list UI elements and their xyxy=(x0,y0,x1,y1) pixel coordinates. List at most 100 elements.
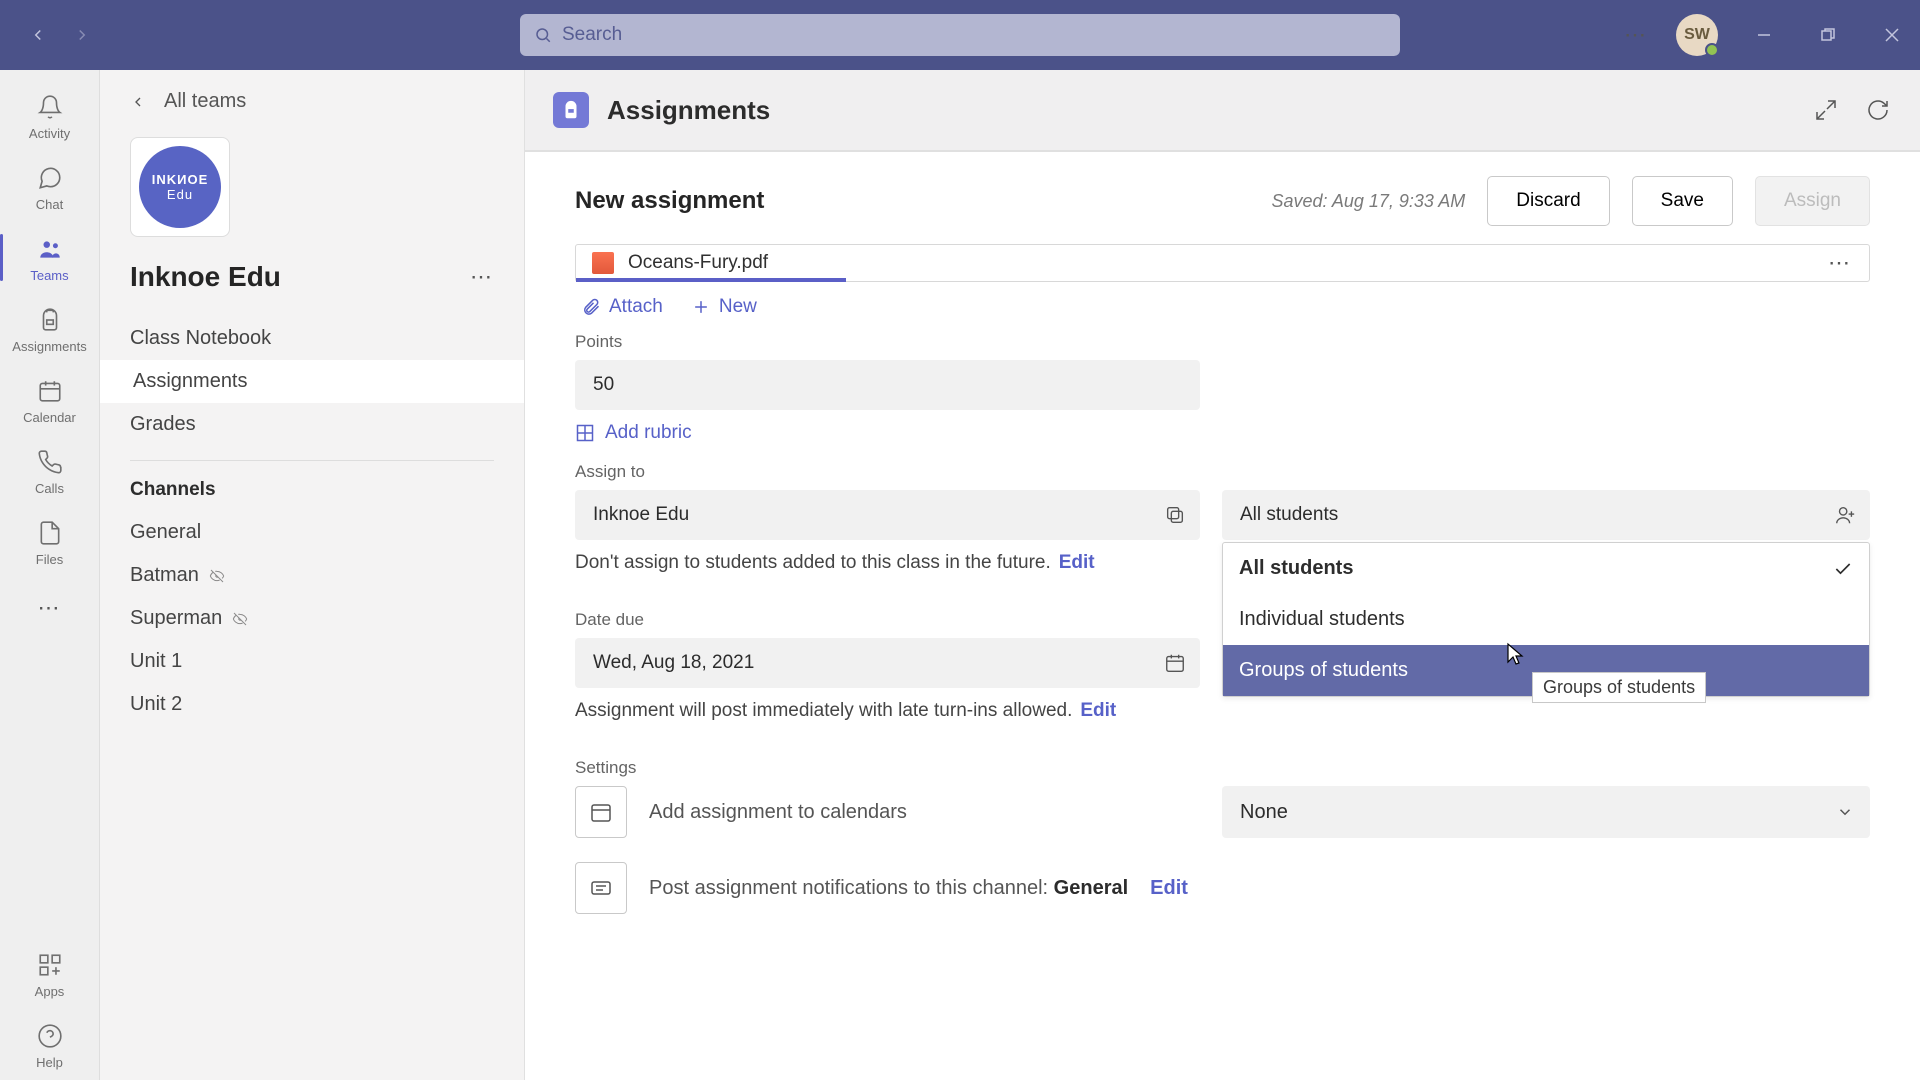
attachment-row[interactable]: Oceans-Fury.pdf ⋯ xyxy=(575,244,1870,282)
rail-assignments[interactable]: Assignments xyxy=(0,293,99,364)
class-picker-icon[interactable] xyxy=(1164,504,1186,526)
user-avatar[interactable]: SW xyxy=(1676,14,1718,56)
nav-back-button[interactable] xyxy=(20,17,56,53)
future-students-note: Don't assign to students added to this c… xyxy=(575,552,1051,574)
attachment-filename: Oceans-Fury.pdf xyxy=(628,252,768,274)
sidebar-item-grades[interactable]: Grades xyxy=(100,403,524,446)
team-logo-text1: INKИOE xyxy=(152,172,209,187)
window-close-button[interactable] xyxy=(1874,17,1910,53)
rail-label: Activity xyxy=(29,126,70,141)
pdf-icon xyxy=(592,252,614,274)
expand-button[interactable] xyxy=(1812,96,1840,124)
phone-icon xyxy=(35,447,65,477)
saved-status: Saved: Aug 17, 9:33 AM xyxy=(1271,191,1465,212)
add-student-icon[interactable] xyxy=(1834,504,1856,526)
save-button[interactable]: Save xyxy=(1632,176,1733,226)
assignments-app-icon xyxy=(553,92,589,128)
rail-label: Files xyxy=(36,552,63,567)
rail-activity[interactable]: Activity xyxy=(0,80,99,151)
avatar-initials: SW xyxy=(1684,26,1710,44)
add-rubric-label: Add rubric xyxy=(605,422,692,444)
search-input[interactable] xyxy=(562,24,1386,46)
date-due-input[interactable] xyxy=(575,638,1200,688)
channel-setting-icon xyxy=(575,862,627,914)
future-edit-button[interactable]: Edit xyxy=(1059,552,1095,574)
more-options-button[interactable]: ⋯ xyxy=(1624,22,1648,48)
search-icon xyxy=(534,26,552,44)
assign-button: Assign xyxy=(1755,176,1870,226)
assignment-form: New assignment Saved: Aug 17, 9:33 AM Di… xyxy=(525,152,1920,1080)
back-label: All teams xyxy=(164,90,246,113)
tooltip: Groups of students xyxy=(1532,672,1706,703)
rail-apps[interactable]: Apps xyxy=(0,938,99,1009)
add-rubric-button[interactable]: Add rubric xyxy=(575,422,1870,444)
team-logo[interactable]: INKИOE Edu xyxy=(130,137,230,237)
discard-button[interactable]: Discard xyxy=(1487,176,1609,226)
sidebar-item-assignments[interactable]: Assignments xyxy=(100,360,524,403)
rail-chat[interactable]: Chat xyxy=(0,151,99,222)
rail-label: Help xyxy=(36,1055,63,1070)
refresh-button[interactable] xyxy=(1864,96,1892,124)
more-icon: ⋯ xyxy=(38,595,62,621)
channel-general[interactable]: General xyxy=(100,511,524,554)
titlebar: ⋯ SW xyxy=(0,0,1920,70)
team-name: Inknoe Edu xyxy=(130,261,281,293)
channel-label: Unit 2 xyxy=(130,693,182,716)
calendar-setting-icon xyxy=(575,786,627,838)
channels-header: Channels xyxy=(100,475,524,511)
calendar-picker-icon[interactable] xyxy=(1164,652,1186,674)
teams-icon xyxy=(35,234,65,264)
dropdown-option-individual[interactable]: Individual students xyxy=(1223,594,1869,645)
post-edit-button[interactable]: Edit xyxy=(1080,700,1116,722)
channel-value: General xyxy=(1054,877,1128,899)
attachment-more-button[interactable]: ⋯ xyxy=(1828,250,1853,276)
search-box[interactable] xyxy=(520,14,1400,56)
back-to-teams-button[interactable]: All teams xyxy=(100,90,524,127)
calendar-select[interactable]: None xyxy=(1222,786,1870,838)
rail-label: Assignments xyxy=(12,339,86,354)
students-select[interactable] xyxy=(1222,490,1870,540)
sidebar-item-notebook[interactable]: Class Notebook xyxy=(100,317,524,360)
rail-label: Teams xyxy=(30,268,68,283)
new-button[interactable]: New xyxy=(691,296,757,318)
calendar-icon xyxy=(35,376,65,406)
channel-label: Batman xyxy=(130,564,199,587)
hidden-icon xyxy=(209,568,225,584)
chat-icon xyxy=(35,163,65,193)
attach-button[interactable]: Attach xyxy=(581,296,663,318)
rubric-icon xyxy=(575,423,595,443)
rail-files[interactable]: Files xyxy=(0,506,99,577)
content-header: Assignments xyxy=(525,70,1920,152)
rail-more[interactable]: ⋯ xyxy=(0,577,99,639)
points-input[interactable] xyxy=(575,360,1200,410)
app-rail: Activity Chat Teams Assignments Calendar… xyxy=(0,70,100,1080)
rail-calendar[interactable]: Calendar xyxy=(0,364,99,435)
channel-unit2[interactable]: Unit 2 xyxy=(100,683,524,726)
post-note: Assignment will post immediately with la… xyxy=(575,700,1072,722)
dropdown-option-label: Groups of students xyxy=(1239,659,1408,682)
chevron-left-icon xyxy=(130,94,146,110)
rail-teams[interactable]: Teams xyxy=(0,222,99,293)
window-minimize-button[interactable] xyxy=(1746,17,1782,53)
bell-icon xyxy=(35,92,65,122)
content-area: Assignments New assignment Saved: Aug 17… xyxy=(525,70,1920,1080)
team-logo-text2: Edu xyxy=(167,187,193,202)
apps-icon xyxy=(35,950,65,980)
chevron-down-icon xyxy=(1836,803,1854,821)
class-select[interactable] xyxy=(575,490,1200,540)
presence-indicator xyxy=(1705,43,1719,57)
nav-forward-button[interactable] xyxy=(64,17,100,53)
rail-help[interactable]: Help xyxy=(0,1009,99,1080)
calendar-setting-label: Add assignment to calendars xyxy=(649,801,907,824)
channel-superman[interactable]: Superman xyxy=(100,597,524,640)
rail-label: Apps xyxy=(35,984,65,999)
rail-calls[interactable]: Calls xyxy=(0,435,99,506)
channel-setting-label: Post assignment notifications to this ch… xyxy=(649,877,1128,900)
channel-edit-button[interactable]: Edit xyxy=(1150,877,1188,899)
dropdown-option-all[interactable]: All students xyxy=(1223,543,1869,594)
window-maximize-button[interactable] xyxy=(1810,17,1846,53)
channel-batman[interactable]: Batman xyxy=(100,554,524,597)
team-more-button[interactable]: ⋯ xyxy=(470,264,494,290)
hidden-icon xyxy=(232,611,248,627)
channel-unit1[interactable]: Unit 1 xyxy=(100,640,524,683)
